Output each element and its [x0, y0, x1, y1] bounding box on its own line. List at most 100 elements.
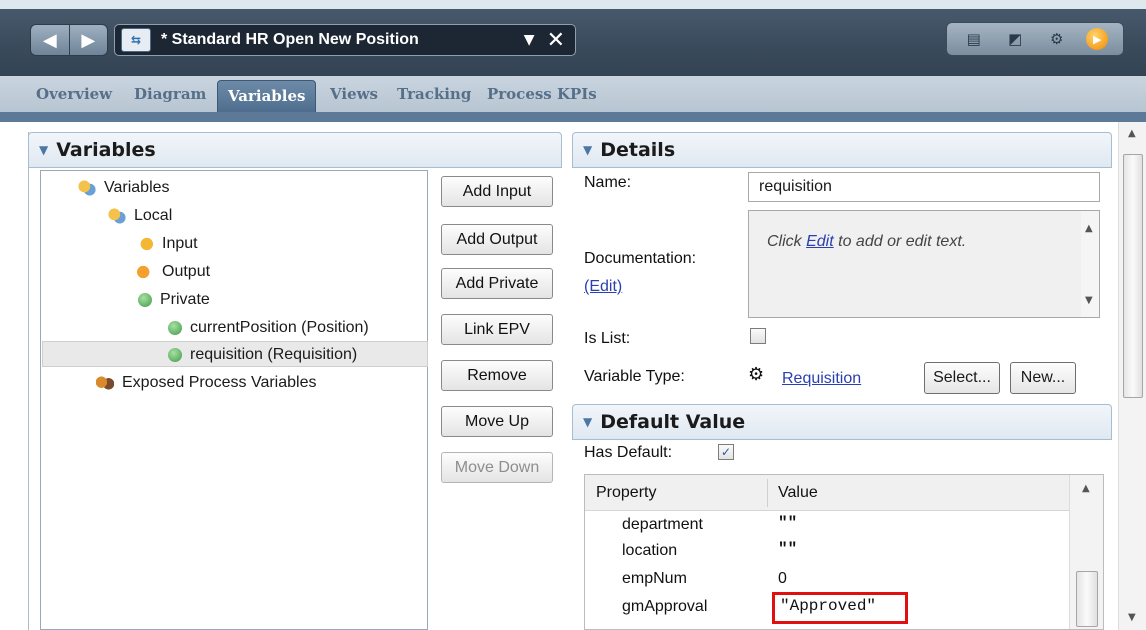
tree-item-variables[interactable]: Variables [78, 176, 170, 200]
tab-variables[interactable]: Variables [217, 80, 317, 114]
optimizer-icon[interactable]: ⚙ [1045, 28, 1069, 50]
process-app-icon: ⇆ [121, 28, 151, 52]
scroll-thumb[interactable] [1076, 571, 1098, 627]
editor-tabs: Overview Diagram Variables Views Trackin… [0, 76, 1146, 116]
remove-button[interactable]: Remove [441, 360, 553, 391]
property-cell: gmApproval [622, 598, 708, 615]
toolbar-icons: ▤ ◩ ⚙ ▶ [946, 22, 1124, 56]
tree-item-requisition[interactable]: requisition (Requisition) [166, 343, 357, 367]
tree-item-private[interactable]: Private [136, 288, 210, 312]
property-cell: department [622, 516, 703, 533]
tree-item-label: Input [162, 235, 198, 252]
details-section-header[interactable]: ▼ Details [572, 132, 1112, 168]
documentation-edit-link[interactable]: (Edit) [584, 278, 622, 296]
value-cell[interactable]: "" [778, 540, 797, 558]
is-list-checkbox[interactable] [750, 328, 766, 344]
documentation-label: Documentation: [584, 250, 697, 267]
variables-tree [40, 170, 428, 630]
add-input-button[interactable]: Add Input [441, 176, 553, 207]
property-cell: location [622, 542, 678, 559]
collapse-triangle-icon: ▼ [583, 415, 593, 429]
private-variable-icon [168, 321, 182, 335]
column-header-property[interactable]: Property [596, 484, 656, 502]
tab-underline-bar [0, 112, 1146, 122]
tab-process-kpis[interactable]: Process KPIs [487, 85, 597, 103]
is-list-label: Is List: [584, 330, 631, 347]
title-bar: ◀ ▶ ⇆ * Standard HR Open New Position ▼ … [0, 0, 1146, 76]
tree-item-label: currentPosition (Position) [190, 319, 369, 336]
name-field-value: requisition [759, 178, 832, 195]
doc-text-before: Click [767, 233, 807, 250]
variables-section-title: Variables [56, 139, 156, 161]
doc-inline-edit-link[interactable]: Edit [806, 233, 834, 250]
add-private-button[interactable]: Add Private [441, 268, 553, 299]
output-icon [136, 264, 154, 280]
scroll-down-icon[interactable]: ▼ [1085, 295, 1093, 306]
scroll-down-icon[interactable]: ▼ [1128, 612, 1136, 623]
column-separator [767, 479, 768, 507]
move-up-button[interactable]: Move Up [441, 406, 553, 437]
tree-item-label: Exposed Process Variables [122, 374, 317, 391]
documentation-scrollbar[interactable]: ▲ ▼ [1081, 211, 1099, 317]
value-cell[interactable]: "" [778, 514, 797, 532]
tree-item-input[interactable]: Input [136, 232, 198, 256]
input-icon [136, 236, 154, 252]
default-value-section-title: Default Value [600, 411, 746, 433]
tree-item-output[interactable]: Output [136, 260, 210, 284]
tab-diagram[interactable]: Diagram [134, 85, 206, 103]
process-dropdown-icon[interactable]: ▼ [524, 32, 535, 48]
scroll-up-icon[interactable]: ▲ [1082, 483, 1090, 494]
documentation-box[interactable]: Click Edit to add or edit text. ▲ ▼ [748, 210, 1100, 318]
property-cell: empNum [622, 570, 687, 587]
tree-item-exposed-process-variables[interactable]: Exposed Process Variables [96, 371, 316, 395]
default-value-section-header[interactable]: ▼ Default Value [572, 404, 1112, 440]
move-down-button[interactable]: Move Down [441, 452, 553, 483]
name-field[interactable]: requisition [748, 172, 1100, 202]
table-header [585, 475, 1069, 511]
table-scrollbar[interactable]: ▲ [1069, 475, 1103, 629]
run-icon[interactable]: ▶ [1086, 28, 1109, 50]
inspector-chart-icon[interactable]: ◩ [1003, 28, 1027, 50]
variable-type-link[interactable]: Requisition [782, 370, 861, 388]
tree-item-current-position[interactable]: currentPosition (Position) [166, 316, 369, 340]
tab-overview[interactable]: Overview [36, 85, 112, 103]
add-output-button[interactable]: Add Output [441, 224, 553, 255]
exposed-process-variables-icon [96, 375, 114, 391]
value-cell[interactable]: 0 [778, 570, 787, 588]
details-section-title: Details [600, 139, 676, 161]
tree-item-label: Variables [104, 179, 170, 196]
scroll-up-icon[interactable]: ▲ [1085, 223, 1093, 234]
snapshot-icon[interactable]: ▤ [962, 28, 986, 50]
column-header-value[interactable]: Value [778, 484, 818, 502]
new-type-button[interactable]: New... [1010, 362, 1076, 394]
variables-icon [78, 180, 96, 196]
forward-arrow-icon[interactable]: ▶ [70, 25, 108, 55]
documentation-placeholder: Click Edit to add or edit text. [767, 233, 966, 251]
local-icon [108, 208, 126, 224]
back-arrow-icon[interactable]: ◀ [31, 25, 70, 55]
variables-section-header[interactable]: ▼ Variables [28, 132, 562, 168]
editor-scrollbar[interactable]: ▲ ▼ [1118, 122, 1146, 630]
scroll-up-icon[interactable]: ▲ [1128, 128, 1136, 139]
close-editor-icon[interactable]: ✕ [547, 28, 565, 53]
has-default-checkbox[interactable]: ✓ [718, 444, 734, 460]
process-selector[interactable]: ⇆ * Standard HR Open New Position ▼ ✕ [114, 24, 576, 56]
has-default-label: Has Default: [584, 444, 673, 461]
variable-type-label: Variable Type: [584, 368, 685, 385]
history-nav-buttons: ◀ ▶ [30, 24, 108, 56]
collapse-triangle-icon: ▼ [583, 143, 593, 157]
title-bar-top-edge [0, 0, 1146, 9]
tab-views[interactable]: Views [330, 85, 378, 103]
tree-item-local[interactable]: Local [108, 204, 172, 228]
tree-item-label: Output [162, 263, 211, 280]
doc-text-after: to add or edit text. [833, 233, 967, 250]
select-type-button[interactable]: Select... [924, 362, 1000, 394]
scroll-thumb[interactable] [1123, 154, 1143, 398]
collapse-triangle-icon: ▼ [39, 143, 49, 157]
link-epv-button[interactable]: Link EPV [441, 314, 553, 345]
tree-item-label: Local [134, 207, 173, 224]
highlight-box [772, 592, 908, 624]
process-title: * Standard HR Open New Position [161, 31, 419, 48]
name-label: Name: [584, 174, 632, 191]
tab-tracking[interactable]: Tracking [397, 85, 471, 103]
